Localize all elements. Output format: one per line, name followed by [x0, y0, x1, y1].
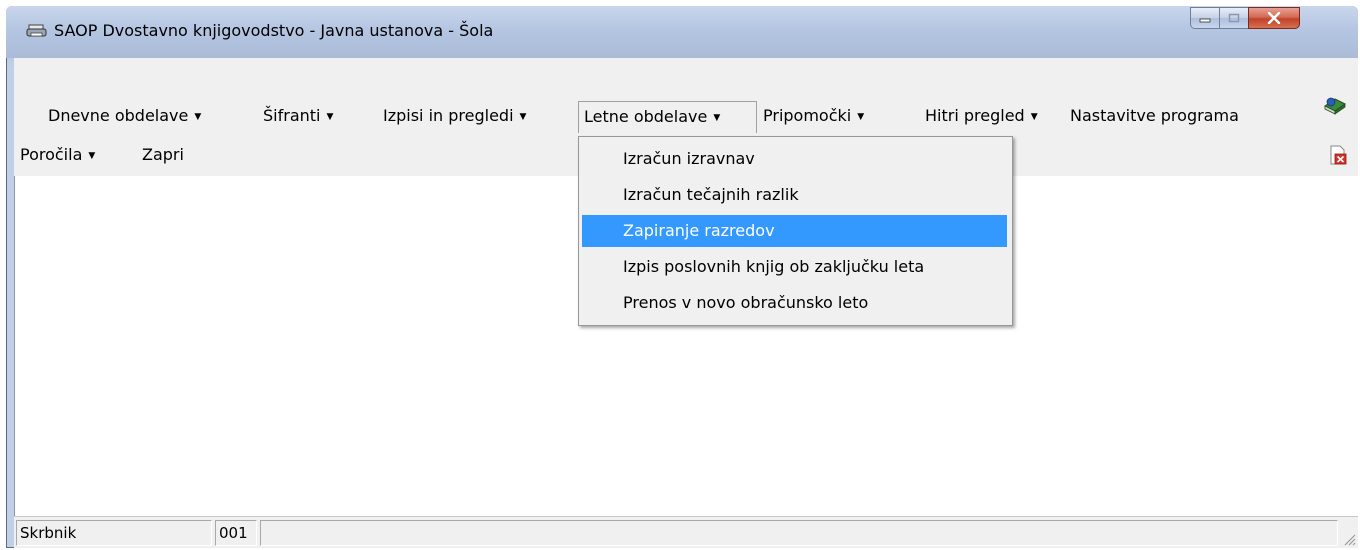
minimize-icon: [1199, 18, 1211, 23]
menu-hitri-pregled[interactable]: Hitri pregled ▼: [925, 105, 1038, 130]
dropdown-item-izpis-poslovnih-knjig[interactable]: Izpis poslovnih knjig ob zaključku leta: [582, 251, 1007, 283]
letne-obdelave-dropdown: Izračun izravnav Izračun tečajnih razlik…: [578, 136, 1013, 326]
status-code: 001: [215, 520, 257, 546]
close-button[interactable]: [1248, 7, 1300, 29]
menu-label: Poročila: [20, 145, 83, 164]
dropdown-item-prenos-v-novo-leto[interactable]: Prenos v novo obračunsko leto: [582, 287, 1007, 319]
menu-label: Letne obdelave: [584, 107, 708, 126]
menu-dnevne-obdelave[interactable]: Dnevne obdelave ▼: [48, 105, 201, 130]
menu-letne-obdelave[interactable]: Letne obdelave ▼: [578, 101, 757, 133]
dropdown-item-zapiranje-razredov[interactable]: Zapiranje razredov: [582, 215, 1007, 247]
menu-zapri[interactable]: Zapri: [142, 144, 184, 166]
chevron-down-icon: ▼: [519, 112, 527, 122]
maximize-icon: [1228, 13, 1240, 23]
book-go-icon[interactable]: [1322, 94, 1348, 116]
menu-porocila[interactable]: Poročila ▼: [20, 144, 95, 169]
minimize-button[interactable]: [1190, 7, 1220, 29]
status-panel: [260, 520, 1338, 546]
chevron-down-icon: ▼: [194, 112, 202, 122]
menu-nastavitve-programa[interactable]: Nastavitve programa: [1070, 105, 1239, 127]
menu-pripomocki[interactable]: Pripomočki ▼: [763, 105, 864, 130]
menu-label: Hitri pregled: [925, 106, 1025, 125]
menu-label: Pripomočki: [763, 106, 852, 125]
maximize-button[interactable]: [1219, 7, 1249, 29]
menu-label: Šifranti: [263, 106, 321, 125]
chevron-down-icon: ▼: [326, 112, 334, 122]
dropdown-item-izracun-tecajnih-razlik[interactable]: Izračun tečajnih razlik: [582, 179, 1007, 211]
menu-sifranti[interactable]: Šifranti ▼: [263, 105, 333, 130]
chevron-down-icon: ▼: [88, 151, 96, 161]
status-bar: Skrbnik 001: [14, 516, 1358, 548]
menu-izpisi-in-pregledi[interactable]: Izpisi in pregledi ▼: [383, 105, 526, 130]
menu-label: Nastavitve programa: [1070, 106, 1239, 125]
menu-label: Dnevne obdelave: [48, 106, 189, 125]
chevron-down-icon: ▼: [713, 113, 721, 123]
menu-label: Izpisi in pregledi: [383, 106, 514, 125]
chevron-down-icon: ▼: [1030, 112, 1038, 122]
resize-grip-icon[interactable]: [1342, 532, 1356, 546]
dropdown-item-izracun-izravnav[interactable]: Izračun izravnav: [582, 143, 1007, 175]
window-title: SAOP Dvostavno knjigovodstvo - Javna ust…: [54, 21, 494, 40]
status-user: Skrbnik: [16, 520, 212, 546]
menu-label: Zapri: [142, 145, 184, 164]
close-document-icon[interactable]: [1329, 145, 1347, 165]
chevron-down-icon: ▼: [857, 112, 865, 122]
printer-icon: [26, 24, 47, 37]
close-icon: [1267, 12, 1281, 24]
